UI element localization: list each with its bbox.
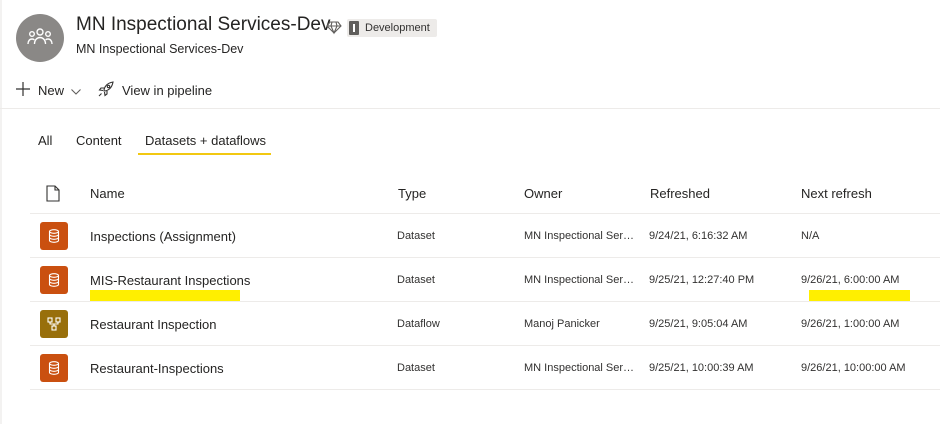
workspace-subtitle: MN Inspectional Services-Dev — [76, 42, 244, 56]
item-next-refresh: 9/26/21, 6:00:00 AM — [801, 274, 900, 286]
column-header-type[interactable]: Type — [398, 186, 426, 201]
column-header-refreshed[interactable]: Refreshed — [650, 186, 710, 201]
item-type: Dataset — [397, 230, 435, 242]
item-owner: MN Inspectional Serv... — [524, 230, 636, 242]
table-row[interactable]: Restaurant-Inspections Dataset MN Inspec… — [30, 345, 940, 389]
column-header-next-refresh[interactable]: Next refresh — [801, 186, 872, 201]
item-owner: MN Inspectional Serv... — [524, 274, 636, 286]
table-row[interactable]: Restaurant Inspection Dataflow Manoj Pan… — [30, 301, 940, 345]
item-refreshed: 9/25/21, 10:00:39 AM — [649, 362, 754, 374]
workspace-title: MN Inspectional Services-Dev — [76, 14, 331, 35]
column-header-owner[interactable]: Owner — [524, 186, 562, 201]
tab-all[interactable]: All — [38, 133, 52, 148]
view-in-pipeline-button[interactable]: View in pipeline — [98, 80, 212, 100]
item-refreshed: 9/25/21, 12:27:40 PM — [649, 274, 755, 286]
item-type: Dataflow — [397, 318, 440, 330]
dataflow-icon — [40, 310, 68, 338]
document-icon — [46, 185, 60, 207]
item-next-refresh: N/A — [801, 230, 820, 242]
plus-icon — [16, 81, 30, 99]
environment-badge-label: Development — [365, 22, 430, 34]
workspace-avatar — [16, 14, 64, 62]
left-edge — [0, 0, 2, 424]
item-name[interactable]: Restaurant Inspection — [90, 317, 216, 332]
diamond-icon — [326, 19, 342, 35]
chevron-down-icon — [71, 83, 81, 98]
item-refreshed: 9/25/21, 9:05:04 AM — [649, 318, 748, 330]
item-owner: Manoj Panicker — [524, 318, 600, 330]
environment-badge: Development — [347, 19, 437, 37]
rocket-icon — [98, 80, 114, 100]
pipeline-stage-icon — [349, 21, 359, 35]
new-button[interactable]: New — [16, 80, 81, 100]
item-type: Dataset — [397, 362, 435, 374]
item-owner: MN Inspectional Serv... — [524, 362, 636, 374]
toolbar-divider — [0, 108, 940, 109]
dataset-icon — [40, 266, 68, 294]
view-in-pipeline-label: View in pipeline — [122, 82, 213, 98]
item-name[interactable]: MIS-Restaurant Inspections — [90, 273, 250, 288]
highlight-annotation — [809, 290, 910, 301]
tab-content[interactable]: Content — [76, 133, 122, 148]
item-type: Dataset — [397, 274, 435, 286]
item-next-refresh: 9/26/21, 1:00:00 AM — [801, 318, 900, 330]
group-icon — [27, 25, 53, 52]
active-tab-indicator — [138, 153, 271, 155]
item-refreshed: 9/24/21, 6:16:32 AM — [649, 230, 748, 242]
dataset-icon — [40, 354, 68, 382]
highlight-annotation — [90, 290, 240, 301]
item-name[interactable]: Restaurant-Inspections — [90, 361, 224, 376]
dataset-icon — [40, 222, 68, 250]
table-row[interactable]: Inspections (Assignment) Dataset MN Insp… — [30, 213, 940, 257]
item-name[interactable]: Inspections (Assignment) — [90, 229, 236, 244]
table-bottom-border — [30, 389, 940, 390]
new-button-label: New — [38, 82, 65, 98]
column-header-name[interactable]: Name — [90, 186, 125, 201]
tab-datasets-dataflows[interactable]: Datasets + dataflows — [145, 133, 266, 148]
item-next-refresh: 9/26/21, 10:00:00 AM — [801, 362, 906, 374]
